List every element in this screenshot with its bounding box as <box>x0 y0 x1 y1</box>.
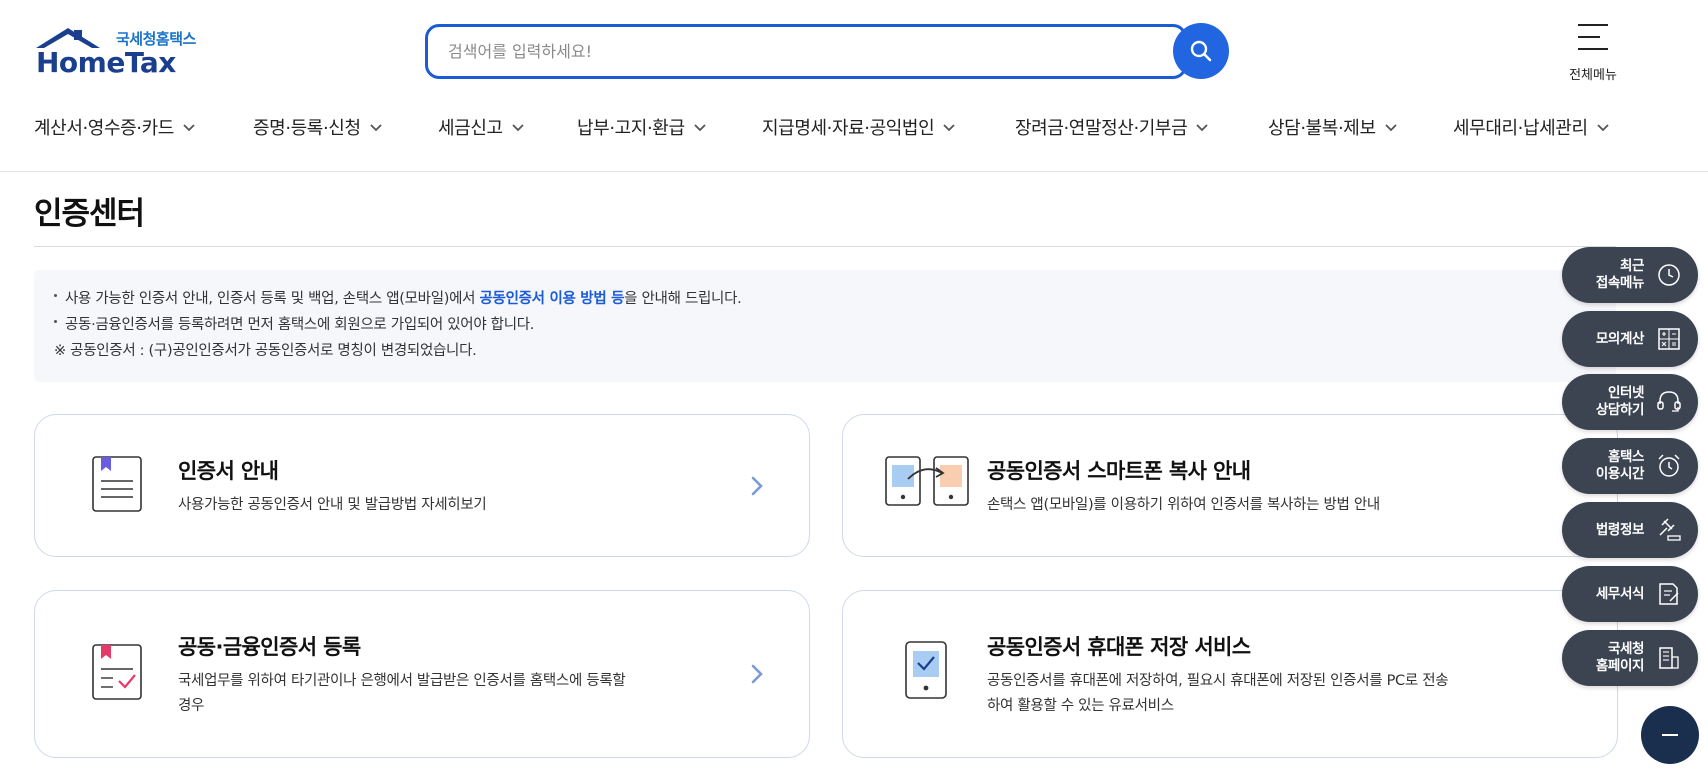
chevron-right-icon <box>751 476 763 495</box>
gnb-item-consult[interactable]: 상담·불복·제보 <box>1268 114 1398 140</box>
gnb-item-label: 계산서·영수증·카드 <box>34 118 174 139</box>
clock-icon <box>1658 264 1680 286</box>
gnb-item-label: 장려금·연말정산·기부금 <box>1015 118 1188 139</box>
quick-label: 모의계산 <box>1595 330 1644 347</box>
quick-nts-homepage[interactable]: 국세청 홈페이지 <box>1562 630 1698 686</box>
notice-highlight: 공동인증서 이용 방법 등 <box>479 291 625 307</box>
alarm-icon <box>1658 454 1680 477</box>
chevron-down-icon <box>943 124 955 132</box>
chevron-down-icon <box>1596 124 1609 132</box>
quick-label: 홈택스 이용시간 <box>1595 449 1644 482</box>
form-icon <box>1659 583 1679 605</box>
quick-label: 법령정보 <box>1595 521 1644 538</box>
gnb-item-label: 증명·등록·신청 <box>253 118 361 139</box>
card-description: 사용가능한 공동인증서 안내 및 발급방법 자세히보기 <box>178 497 487 513</box>
page-title: 인증센터 <box>34 196 145 232</box>
card-description: 공동인증서를 휴대폰에 저장하여, 필요시 휴대폰에 저장된 인증서를 PC로 … <box>987 673 1449 714</box>
headset-icon <box>1657 391 1681 412</box>
card-phone-storage[interactable]: 공동인증서 휴대폰 저장 서비스 공동인증서를 휴대폰에 저장하여, 필요시 휴… <box>842 590 1618 758</box>
search-icon <box>1190 40 1212 62</box>
card-title: 공동·금융인증서 등록 <box>178 635 361 659</box>
notice-box: 사용 가능한 인증서 안내, 인증서 등록 및 백업, 손택스 앱(모바일)에서… <box>34 270 1616 382</box>
card-title: 공동인증서 스마트폰 복사 안내 <box>987 459 1251 483</box>
card-description: 국세업무를 위하여 타기관이나 은행에서 발급받은 인증서를 홈택스에 등록할 … <box>178 673 626 714</box>
quick-service-hours[interactable]: 홈택스 이용시간 <box>1562 438 1698 494</box>
card-certificate-guide[interactable]: 인증서 안내 사용가능한 공동인증서 안내 및 발급방법 자세히보기 <box>34 414 810 557</box>
hamburger-icon <box>1578 24 1608 50</box>
phone-check-icon <box>905 641 947 699</box>
chevron-down-icon <box>512 124 524 132</box>
quick-recent-menu[interactable]: 최근 접속메뉴 <box>1562 247 1698 303</box>
hometax-logo[interactable]: 국세청홈택스 HomeTax <box>34 26 204 80</box>
chevron-down-icon <box>183 124 195 132</box>
chevron-down-icon <box>369 124 382 132</box>
quick-label: 최근 접속메뉴 <box>1595 258 1644 291</box>
notice-text: 을 안내해 드립니다. <box>624 291 742 307</box>
search-button[interactable] <box>1173 23 1229 79</box>
card-certificate-register[interactable]: 공동·금융인증서 등록 국세업무를 위하여 타기관이나 은행에서 발급받은 인증… <box>34 590 810 758</box>
search-box <box>425 24 1187 79</box>
collapse-quick-menu-button[interactable] <box>1641 706 1699 764</box>
chevron-down-icon <box>1384 124 1397 132</box>
gnb-item-label: 납부·고지·환급 <box>577 118 685 139</box>
search-input[interactable] <box>448 27 1148 76</box>
building-icon <box>1659 647 1679 669</box>
calculator-icon <box>1658 328 1680 350</box>
minus-icon <box>1662 734 1678 736</box>
document-icon <box>92 456 142 512</box>
chevron-down-icon <box>693 124 706 132</box>
register-doc-icon <box>92 644 142 700</box>
quick-law-info[interactable]: 법령정보 <box>1562 502 1698 558</box>
all-menu-button[interactable]: 전체메뉴 <box>1560 24 1626 83</box>
gnb-item-label: 상담·불복·제보 <box>1268 118 1376 139</box>
bullet <box>54 319 57 323</box>
gnb-item-certificate[interactable]: 증명·등록·신청 <box>253 114 383 140</box>
gnb-item-label: 지급명세·자료·공익법인 <box>762 118 935 139</box>
notice-line-2: 공동·금융인증서를 등록하려면 먼저 홈택스에 회원으로 가입되어 있어야 합니… <box>54 312 1596 338</box>
notice-text: ※ 공동인증서 : (구)공인인증서가 공동인증서로 명칭이 변경되었습니다. <box>54 343 477 359</box>
gnb-item-label: 세무대리·납세관리 <box>1453 118 1588 139</box>
card-title: 공동인증서 휴대폰 저장 서비스 <box>987 635 1251 659</box>
quick-label: 국세청 홈페이지 <box>1595 641 1644 674</box>
card-title: 인증서 안내 <box>178 459 279 483</box>
chevron-down-icon <box>1196 124 1208 132</box>
notice-line-1: 사용 가능한 인증서 안내, 인증서 등록 및 백업, 손택스 앱(모바일)에서… <box>54 286 1596 312</box>
quick-label: 인터넷 상담하기 <box>1595 385 1644 418</box>
card-description: 손택스 앱(모바일)를 이용하기 위하여 인증서를 복사하는 방법 안내 <box>987 497 1380 513</box>
gnb-item-payment[interactable]: 납부·고지·환급 <box>577 114 707 140</box>
gnb-item-label: 세금신고 <box>438 118 503 139</box>
phone-copy-icon <box>885 456 969 506</box>
title-divider <box>34 246 1616 247</box>
gnb-item-statement[interactable]: 지급명세·자료·공익법인 <box>762 114 956 140</box>
chevron-right-icon <box>751 664 763 684</box>
card-smartphone-copy[interactable]: 공동인증서 스마트폰 복사 안내 손택스 앱(모바일)를 이용하기 위하여 인증… <box>842 414 1618 557</box>
notice-text: 공동·금융인증서를 등록하려면 먼저 홈택스에 회원으로 가입되어 있어야 합니… <box>65 317 535 333</box>
bullet <box>54 293 57 297</box>
quick-simulation[interactable]: 모의계산 <box>1562 311 1698 367</box>
notice-line-3: ※ 공동인증서 : (구)공인인증서가 공동인증서로 명칭이 변경되었습니다. <box>54 338 1596 364</box>
gnb-item-tax-report[interactable]: 세금신고 <box>438 114 525 140</box>
quick-label: 세무서식 <box>1595 585 1644 602</box>
notice-text: 사용 가능한 인증서 안내, 인증서 등록 및 백업, 손택스 앱(모바일)에서 <box>65 291 480 307</box>
all-menu-label: 전체메뉴 <box>1569 68 1617 83</box>
gnb-item-incentive[interactable]: 장려금·연말정산·기부금 <box>1015 114 1209 140</box>
quick-tax-forms[interactable]: 세무서식 <box>1562 566 1698 622</box>
logo-wordmark: HomeTax <box>36 46 176 79</box>
gnb-item-agent[interactable]: 세무대리·납세관리 <box>1453 114 1610 140</box>
gnb-item-invoice[interactable]: 계산서·영수증·카드 <box>34 114 196 140</box>
gavel-icon <box>1659 518 1681 541</box>
quick-internet-consult[interactable]: 인터넷 상담하기 <box>1562 374 1698 430</box>
global-navigation: 계산서·영수증·카드 증명·등록·신청 세금신고 납부·고지·환급 지급명세·자… <box>0 104 1708 172</box>
